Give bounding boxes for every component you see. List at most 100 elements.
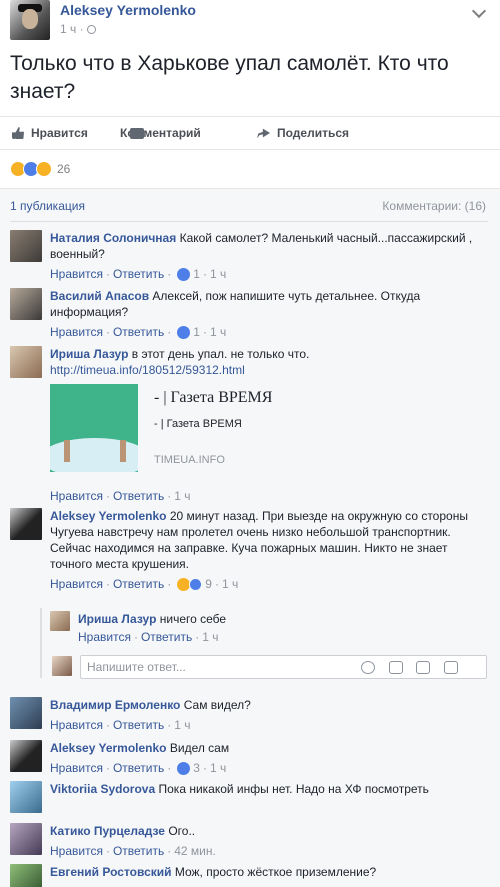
separator-dot: · <box>214 577 219 591</box>
post-author-name[interactable]: Aleksey Yermolenko <box>60 2 196 18</box>
comment-author[interactable]: Василий Апасов <box>50 289 149 303</box>
comment-reply-link[interactable]: Ответить <box>113 760 164 776</box>
comment-author[interactable]: Ириша Лазур <box>78 612 156 626</box>
comment-actions: Нравится · Ответить · 1 · 1 ч <box>50 266 490 282</box>
gif-icon[interactable] <box>416 661 430 674</box>
comment-body: Ириша Лазур ничего себе Нравится · Ответи… <box>78 611 500 645</box>
comment-time[interactable]: 1 ч <box>222 576 238 592</box>
comment-text: Мож, просто жёсткое приземление? <box>174 865 377 879</box>
comments-total: Комментарии: (16) <box>382 199 486 213</box>
comment-text: Видел сам <box>169 741 230 755</box>
post-time[interactable]: 1 ч <box>60 22 76 36</box>
avatar[interactable] <box>10 697 42 729</box>
avatar[interactable] <box>10 781 42 813</box>
reply-input[interactable]: Напишите ответ... <box>80 655 487 679</box>
comment-author[interactable]: Владимир Ермоленко <box>50 698 180 712</box>
comment-reply-link[interactable]: Ответить <box>113 717 164 733</box>
separator-dot: · <box>105 577 110 591</box>
separator-dot: · <box>202 267 207 281</box>
avatar[interactable] <box>10 288 42 320</box>
comment-link[interactable]: http://timeua.info/180512/59312.html <box>50 363 245 377</box>
comment-actions: Нравится · Ответить · 3 · 1 ч <box>50 760 490 776</box>
separator-dot: · <box>105 761 110 775</box>
comment-author[interactable]: Катико Пурцеладзе <box>50 824 165 838</box>
avatar[interactable] <box>10 864 42 887</box>
comment-like-link[interactable]: Нравится <box>50 760 103 776</box>
avatar[interactable] <box>10 230 42 262</box>
separator-dot: · <box>105 718 110 732</box>
tree-shape <box>64 440 70 462</box>
comment-time[interactable]: 1 ч <box>174 717 190 733</box>
like-reaction-icon <box>177 325 191 339</box>
comment-time[interactable]: 1 ч <box>174 488 190 504</box>
comment-like-count[interactable]: 9 <box>205 576 212 592</box>
comment-author[interactable]: Евгений Ростовский <box>50 865 172 879</box>
comment-time[interactable]: 1 ч <box>210 324 226 340</box>
comment-actions: Нравится · Ответить · 1 ч <box>50 717 490 733</box>
emoji-icon[interactable] <box>361 661 375 674</box>
separator-dot: · <box>167 761 172 775</box>
comment-like-link[interactable]: Нравится <box>78 629 131 645</box>
comment-like-link[interactable]: Нравится <box>50 266 103 282</box>
link-title: - | Газета ВРЕМЯ <box>154 389 273 406</box>
comment-reply-link[interactable]: Ответить <box>113 266 164 282</box>
comment-author[interactable]: Viktoriia Sydorova <box>50 782 155 796</box>
comment-like-link[interactable]: Нравится <box>50 576 103 592</box>
comment-text: Пока никакой инфы нет. Надо на ХФ посмот… <box>158 782 429 796</box>
post-meta: 1 ч · <box>60 22 96 36</box>
author-avatar[interactable] <box>10 0 50 40</box>
separator-dot: · <box>202 761 207 775</box>
like-icon <box>12 127 24 139</box>
post-options-chevron-icon[interactable] <box>471 3 487 19</box>
divider <box>10 221 488 222</box>
link-preview-card[interactable]: - | Газета ВРЕМЯ - | Газета ВРЕМЯ TIMEUA… <box>50 384 490 476</box>
comment-reply-link[interactable]: Ответить <box>113 576 164 592</box>
reply-placeholder: Напишите ответ... <box>87 660 186 674</box>
avatar[interactable] <box>10 740 42 772</box>
comment-like-count[interactable]: 1 <box>193 324 200 340</box>
comment-like-link[interactable]: Нравится <box>50 324 103 340</box>
separator-dot: · <box>105 844 110 858</box>
sticker-icon[interactable] <box>444 661 458 674</box>
comment-time[interactable]: 1 ч <box>210 266 226 282</box>
comment-reply-link[interactable]: Ответить <box>113 488 164 504</box>
comment-reply-link[interactable]: Ответить <box>113 843 164 859</box>
face-shape <box>22 9 38 29</box>
separator-dot: · <box>167 718 172 732</box>
post-text: Только что в Харькове упал самолёт. Кто … <box>10 52 449 103</box>
comment-button[interactable]: Комментарий <box>120 126 201 140</box>
comment-reply-link[interactable]: Ответить <box>141 629 192 645</box>
share-button[interactable]: Поделиться <box>257 126 349 140</box>
comment-like-link[interactable]: Нравится <box>50 843 103 859</box>
comment-like-link[interactable]: Нравится <box>50 717 103 733</box>
comment-author[interactable]: Ириша Лазур <box>50 347 128 361</box>
comment-author[interactable]: Aleksey Yermolenko <box>50 741 167 755</box>
like-reaction-icon <box>177 761 191 775</box>
like-button[interactable]: Нравится <box>12 126 88 140</box>
comment-author[interactable]: Наталия Солоничная <box>50 231 176 245</box>
avatar[interactable] <box>10 508 42 540</box>
reactions-count: 26 <box>57 162 71 176</box>
camera-icon[interactable] <box>389 661 403 674</box>
separator-dot: · <box>202 325 207 339</box>
comment-body: Катико Пурцеладзе Ого.. Нравится · Ответи… <box>50 823 490 859</box>
share-icon <box>257 128 270 139</box>
shares-link[interactable]: 1 публикация <box>10 199 85 213</box>
comment-reply-link[interactable]: Ответить <box>113 324 164 340</box>
comment-like-count[interactable]: 3 <box>193 760 200 776</box>
comment-like-count[interactable]: 1 <box>193 266 200 282</box>
comment-like-link[interactable]: Нравится <box>50 488 103 504</box>
comment-time[interactable]: 42 мин. <box>174 843 216 859</box>
comment-time[interactable]: 1 ч <box>210 760 226 776</box>
comment-text: Ого.. <box>168 824 196 838</box>
comment-time[interactable]: 1 ч <box>202 629 218 645</box>
avatar[interactable] <box>10 346 42 378</box>
comment-author[interactable]: Aleksey Yermolenko <box>50 509 167 523</box>
separator-dot: · <box>167 577 172 591</box>
comment-body: Viktoriia Sydorova Пока никакой инфы нет… <box>50 781 490 797</box>
separator-dot: · <box>167 489 172 503</box>
avatar[interactable] <box>50 611 70 631</box>
avatar[interactable] <box>10 823 42 855</box>
link-subtitle: - | Газета ВРЕМЯ <box>154 418 242 430</box>
reactions-summary[interactable]: 26 <box>10 160 70 178</box>
